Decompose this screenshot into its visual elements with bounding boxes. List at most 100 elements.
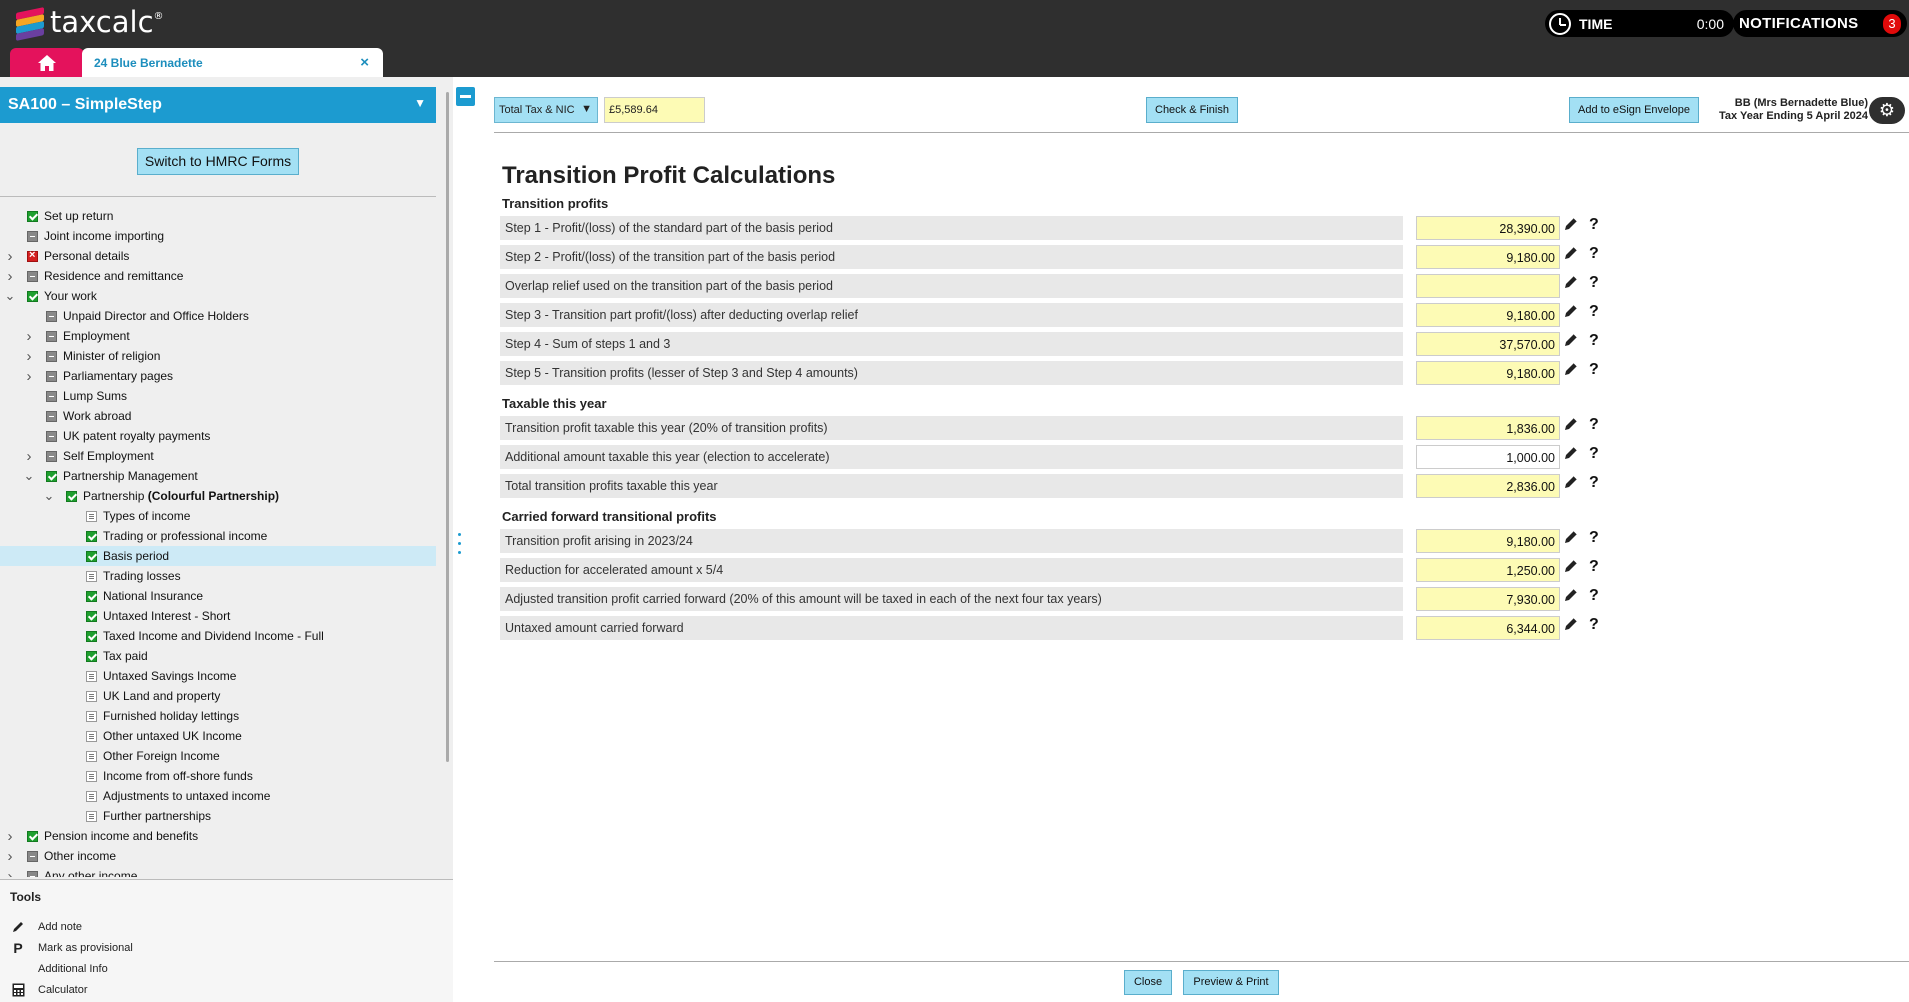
help-icon[interactable]: ? bbox=[1589, 529, 1599, 547]
tree-item[interactable]: › Any other income bbox=[0, 866, 436, 877]
tree-item[interactable]: Work abroad bbox=[0, 406, 436, 426]
help-icon[interactable]: ? bbox=[1589, 558, 1599, 576]
pencil-icon[interactable] bbox=[1563, 361, 1581, 381]
help-icon[interactable]: ? bbox=[1589, 332, 1599, 350]
tree-item[interactable]: Other Foreign Income bbox=[0, 746, 436, 766]
taxcalc-logo[interactable]: taxcalc ® bbox=[14, 5, 164, 41]
chevron-down-icon[interactable]: ⌄ bbox=[23, 468, 35, 484]
chevron-right-icon[interactable]: › bbox=[23, 448, 35, 465]
tree-item[interactable]: National Insurance bbox=[0, 586, 436, 606]
pencil-icon[interactable] bbox=[1563, 474, 1581, 494]
close-tab-icon[interactable]: × bbox=[360, 54, 369, 71]
add-note-tool[interactable]: Add note bbox=[10, 918, 82, 936]
calc-row-value[interactable]: 28,390.00 bbox=[1416, 216, 1560, 240]
tree-item[interactable]: › Parliamentary pages bbox=[0, 366, 436, 386]
calc-row-value[interactable]: 1,250.00 bbox=[1416, 558, 1560, 582]
help-icon[interactable]: ? bbox=[1589, 445, 1599, 463]
calc-row-value[interactable]: 9,180.00 bbox=[1416, 361, 1560, 385]
help-icon[interactable]: ? bbox=[1589, 416, 1599, 434]
tree-item[interactable]: Untaxed Savings Income bbox=[0, 666, 436, 686]
chevron-right-icon[interactable]: › bbox=[23, 368, 35, 385]
chevron-right-icon[interactable]: › bbox=[4, 248, 16, 265]
pencil-icon[interactable] bbox=[1563, 274, 1581, 294]
pencil-icon[interactable] bbox=[1563, 587, 1581, 607]
tree-item[interactable]: › Personal details bbox=[0, 246, 436, 266]
tree-item[interactable]: Tax paid bbox=[0, 646, 436, 666]
pencil-icon[interactable] bbox=[1563, 445, 1581, 465]
tree-item[interactable]: Adjustments to untaxed income bbox=[0, 786, 436, 806]
tree-item[interactable]: Furnished holiday lettings bbox=[0, 706, 436, 726]
sidebar-scrollbar[interactable] bbox=[446, 92, 449, 762]
tree-item[interactable]: › Self Employment bbox=[0, 446, 436, 466]
add-to-esign-envelope-button[interactable]: Add to eSign Envelope bbox=[1569, 97, 1699, 123]
tree-item[interactable]: › Residence and remittance bbox=[0, 266, 436, 286]
pencil-icon[interactable] bbox=[1563, 616, 1581, 636]
tree-item[interactable]: Other untaxed UK Income bbox=[0, 726, 436, 746]
tree-item[interactable]: Untaxed Interest - Short bbox=[0, 606, 436, 626]
tree-item[interactable]: › Employment bbox=[0, 326, 436, 346]
pencil-icon[interactable] bbox=[1563, 529, 1581, 549]
chevron-right-icon[interactable]: › bbox=[4, 848, 16, 865]
check-and-finish-button[interactable]: Check & Finish bbox=[1146, 97, 1238, 123]
calc-row-value[interactable]: 9,180.00 bbox=[1416, 529, 1560, 553]
tree-item[interactable]: Joint income importing bbox=[0, 226, 436, 246]
file-tab[interactable]: 24 Blue Bernadette × bbox=[82, 48, 383, 77]
chevron-right-icon[interactable]: › bbox=[4, 268, 16, 285]
pencil-icon[interactable] bbox=[1563, 332, 1581, 352]
calc-row-value[interactable] bbox=[1416, 274, 1560, 298]
calc-row-value[interactable]: 2,836.00 bbox=[1416, 474, 1560, 498]
tree-item[interactable]: ⌄ Your work bbox=[0, 286, 436, 306]
chevron-right-icon[interactable]: › bbox=[4, 868, 16, 878]
chevron-right-icon[interactable]: › bbox=[23, 348, 35, 365]
tree-item[interactable]: › Pension income and benefits bbox=[0, 826, 436, 846]
tree-item[interactable]: Set up return bbox=[0, 206, 436, 226]
pencil-icon[interactable] bbox=[1563, 245, 1581, 265]
tree-item[interactable]: Income from off-shore funds bbox=[0, 766, 436, 786]
tree-item[interactable]: Unpaid Director and Office Holders bbox=[0, 306, 436, 326]
tree-item[interactable]: UK patent royalty payments bbox=[0, 426, 436, 446]
help-icon[interactable]: ? bbox=[1589, 216, 1599, 234]
splitter-handle[interactable] bbox=[458, 533, 462, 560]
preview-and-print-button[interactable]: Preview & Print bbox=[1183, 970, 1279, 995]
chevron-right-icon[interactable]: › bbox=[4, 828, 16, 845]
tree-item[interactable]: UK Land and property bbox=[0, 686, 436, 706]
help-icon[interactable]: ? bbox=[1589, 303, 1599, 321]
calc-row-value[interactable]: 37,570.00 bbox=[1416, 332, 1560, 356]
help-icon[interactable]: ? bbox=[1589, 587, 1599, 605]
calc-row-value[interactable]: 9,180.00 bbox=[1416, 245, 1560, 269]
additional-info-tool[interactable]: Additional Info bbox=[10, 960, 108, 978]
calc-row-value[interactable]: 6,344.00 bbox=[1416, 616, 1560, 640]
close-button[interactable]: Close bbox=[1124, 970, 1172, 995]
notifications-button[interactable]: NOTIFICATIONS 3 bbox=[1733, 10, 1907, 37]
calc-row-value[interactable]: 9,180.00 bbox=[1416, 303, 1560, 327]
chevron-down-icon[interactable]: ⌄ bbox=[4, 288, 16, 304]
chevron-right-icon[interactable]: › bbox=[23, 328, 35, 345]
collapse-sidebar-button[interactable] bbox=[456, 87, 475, 106]
time-tracker[interactable]: TIME 0:00 bbox=[1545, 10, 1734, 37]
help-icon[interactable]: ? bbox=[1589, 245, 1599, 263]
calc-row-value[interactable]: 1,000.00 bbox=[1416, 445, 1560, 469]
calc-row-value[interactable]: 7,930.00 bbox=[1416, 587, 1560, 611]
tree-item[interactable]: Basis period bbox=[0, 546, 436, 566]
help-icon[interactable]: ? bbox=[1589, 616, 1599, 634]
chevron-down-icon[interactable]: ⌄ bbox=[43, 488, 55, 504]
pencil-icon[interactable] bbox=[1563, 216, 1581, 236]
pencil-icon[interactable] bbox=[1563, 558, 1581, 578]
return-type-selector[interactable]: SA100 – SimpleStep ▼ bbox=[0, 87, 436, 123]
calculator-tool[interactable]: Calculator bbox=[10, 981, 88, 999]
mark-as-provisional-tool[interactable]: P Mark as provisional bbox=[10, 939, 132, 957]
pencil-icon[interactable] bbox=[1563, 416, 1581, 436]
tree-item[interactable]: ⌄ Partnership Management bbox=[0, 466, 436, 486]
switch-to-hmrc-forms-button[interactable]: Switch to HMRC Forms bbox=[137, 148, 299, 175]
tree-item[interactable]: Taxed Income and Dividend Income - Full bbox=[0, 626, 436, 646]
help-icon[interactable]: ? bbox=[1589, 474, 1599, 492]
tree-item[interactable]: Further partnerships bbox=[0, 806, 436, 826]
pencil-icon[interactable] bbox=[1563, 303, 1581, 323]
help-icon[interactable]: ? bbox=[1589, 274, 1599, 292]
tree-item[interactable]: Types of income bbox=[0, 506, 436, 526]
settings-gear-icon[interactable]: ⚙ bbox=[1869, 97, 1905, 124]
tree-item[interactable]: Trading losses bbox=[0, 566, 436, 586]
tree-item[interactable]: ⌄ Partnership (Colourful Partnership) bbox=[0, 486, 436, 506]
calc-row-value[interactable]: 1,836.00 bbox=[1416, 416, 1560, 440]
tree-item[interactable]: Lump Sums bbox=[0, 386, 436, 406]
